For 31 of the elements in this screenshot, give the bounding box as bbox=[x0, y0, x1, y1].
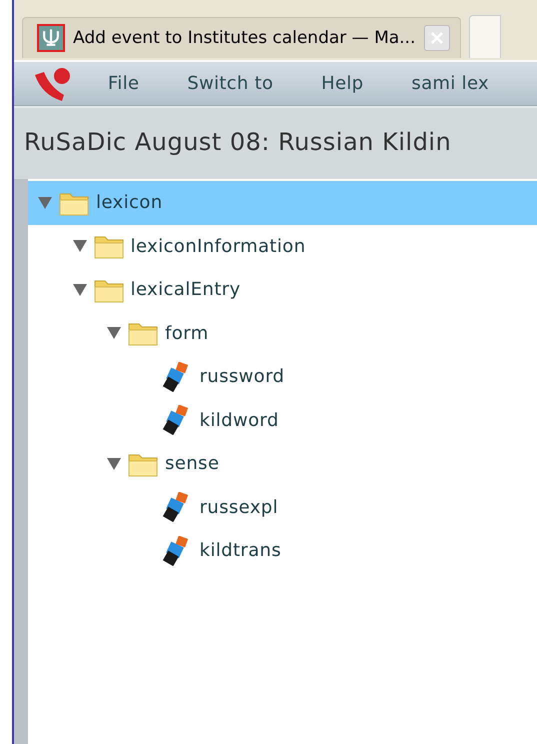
tab-title: Add event to Institutes calendar — Ma... bbox=[73, 28, 416, 48]
tree-row[interactable]: kildword bbox=[28, 398, 537, 442]
tree-row[interactable]: lexicalEntry bbox=[28, 268, 537, 312]
node-label: lexiconInformation bbox=[130, 236, 306, 257]
node-label: kildword bbox=[200, 410, 279, 431]
menu-item[interactable]: sami lex bbox=[412, 73, 489, 94]
node-label: lexicon bbox=[96, 192, 163, 214]
tree-row[interactable]: kildtrans bbox=[28, 529, 537, 572]
collapse-icon[interactable] bbox=[105, 326, 123, 340]
tree-row[interactable]: lexiconInformation bbox=[28, 224, 537, 268]
node-label: lexicalEntry bbox=[130, 279, 241, 300]
collapse-icon[interactable] bbox=[70, 282, 88, 297]
psi-icon bbox=[37, 24, 65, 52]
tree-row[interactable]: russexpl bbox=[28, 486, 537, 529]
tree-row[interactable]: sense bbox=[28, 442, 537, 486]
tree-row[interactable]: lexicon bbox=[28, 181, 537, 224]
browser-tab[interactable]: Add event to Institutes calendar — Ma... bbox=[22, 17, 460, 58]
node-label: form bbox=[165, 322, 209, 344]
node-label: kildtrans bbox=[200, 540, 282, 562]
menu-item[interactable]: Switch to bbox=[187, 73, 274, 94]
collapse-icon[interactable] bbox=[70, 239, 88, 254]
menu-item[interactable]: Help bbox=[321, 73, 364, 94]
page-title: RuSaDic August 08: Russian Kildin bbox=[24, 128, 452, 156]
tree-row[interactable]: russword bbox=[28, 355, 537, 398]
tree-row[interactable]: form bbox=[28, 312, 537, 355]
node-label: sense bbox=[165, 453, 220, 474]
node-label: russword bbox=[200, 366, 285, 388]
collapse-icon[interactable] bbox=[36, 196, 54, 210]
menu-item[interactable]: File bbox=[108, 73, 140, 94]
collapse-icon[interactable] bbox=[105, 456, 123, 471]
node-label: russexpl bbox=[200, 496, 278, 518]
